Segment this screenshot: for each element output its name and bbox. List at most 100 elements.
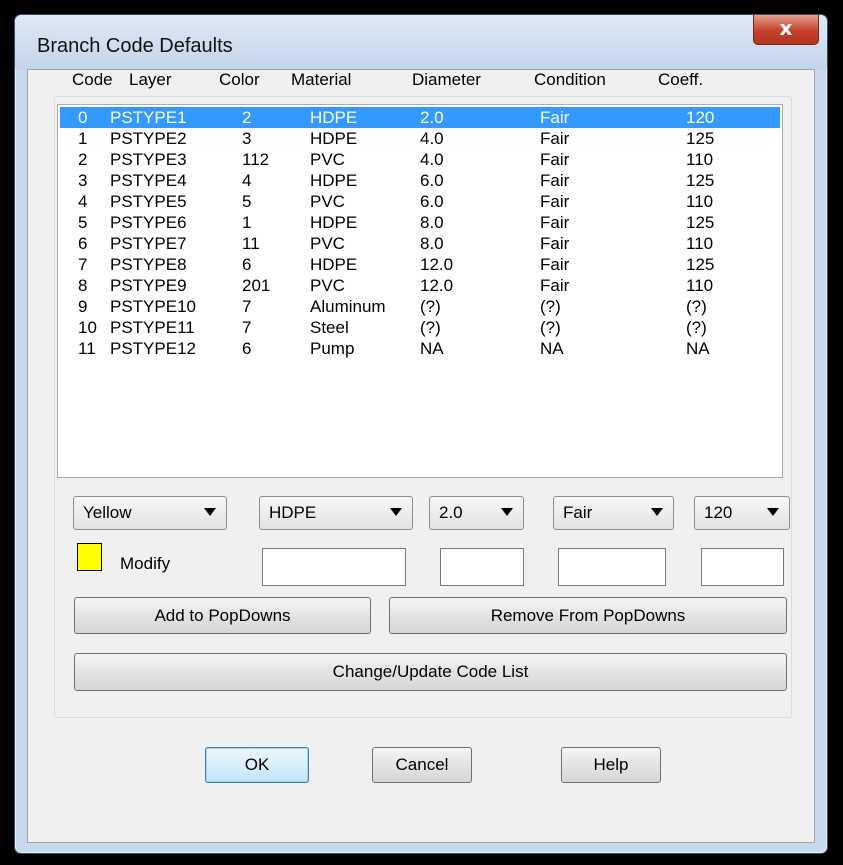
list-cell-code: 5 [78,213,88,232]
list-cell-color: 1 [242,213,252,232]
list-cell-color: 2 [242,108,252,127]
condition-modify-field[interactable] [558,548,666,586]
list-cell-condition: Fair [540,171,570,190]
list-cell-code: 11 [78,339,96,358]
list-cell-coeff: 120 [686,108,715,127]
list-cell-layer: PSTYPE1 [110,108,187,127]
list-cell-code: 8 [78,276,88,295]
modify-label: Modify [120,554,171,573]
list-cell-condition: Fair [540,213,570,232]
list-cell-color: 7 [242,297,252,316]
close-icon: x [779,16,793,40]
list-cell-color: 112 [242,150,270,169]
condition-dropdown[interactable]: Fair [553,496,674,530]
list-cell-code: 3 [78,171,88,190]
list-cell-diameter: 12.0 [420,255,454,274]
list-item[interactable]: 10 PSTYPE11 7 Steel (?) (?) (?) [60,317,780,338]
list-cell-layer: PSTYPE2 [110,129,187,148]
list-cell-color: 5 [242,192,252,211]
chevron-down-icon [767,508,779,516]
cancel-button[interactable]: Cancel [372,747,472,783]
list-cell-material: Steel [310,318,349,337]
list-cell-color: 4 [242,171,252,190]
list-cell-diameter: 12.0 [420,276,454,295]
diameter-dropdown-value: 2.0 [439,503,463,522]
coeff-dropdown[interactable]: 120 [694,496,790,530]
list-cell-layer: PSTYPE6 [110,213,187,232]
list-cell-condition: Fair [540,129,570,148]
list-cell-material: HDPE [310,171,358,190]
list-cell-diameter: 6.0 [420,171,444,190]
list-cell-layer: PSTYPE3 [110,150,187,169]
change-update-code-list-button[interactable]: Change/Update Code List [74,653,787,691]
list-cell-material: Aluminum [310,297,386,316]
list-item[interactable]: 5 PSTYPE6 1 HDPE 8.0 Fair 125 [60,212,780,233]
list-cell-condition: Fair [540,192,570,211]
color-swatch[interactable] [77,543,102,571]
list-cell-coeff: 125 [686,171,715,190]
list-item[interactable]: 2 PSTYPE3 112 PVC 4.0 Fair 110 [60,149,780,170]
diameter-dropdown[interactable]: 2.0 [429,496,524,530]
remove-from-popdowns-button[interactable]: Remove From PopDowns [389,597,787,634]
add-to-popdowns-button[interactable]: Add to PopDowns [74,597,371,634]
list-cell-coeff: 125 [686,255,715,274]
title-bar[interactable]: Branch Code Defaults x [15,15,827,69]
list-cell-diameter: 2.0 [420,108,444,127]
list-cell-coeff: 125 [686,129,715,148]
list-cell-layer: PSTYPE10 [110,297,196,316]
coeff-dropdown-value: 120 [704,503,733,522]
chevron-down-icon [204,508,216,516]
list-cell-color: 11 [242,234,260,253]
list-cell-material: PVC [310,276,345,295]
color-dropdown-value: Yellow [83,503,132,522]
list-cell-condition: Fair [540,276,570,295]
list-cell-code: 1 [78,129,88,148]
list-cell-code: 6 [78,234,88,253]
list-cell-color: 6 [242,255,252,274]
list-item[interactable]: 11 PSTYPE12 6 Pump NA NA NA [60,338,780,359]
list-cell-coeff: (?) [686,318,707,337]
close-button[interactable]: x [753,15,819,45]
list-cell-condition: Fair [540,234,570,253]
list-cell-layer: PSTYPE9 [110,276,187,295]
list-cell-condition: Fair [540,255,570,274]
coeff-modify-field[interactable] [701,548,784,586]
list-item[interactable]: 4 PSTYPE5 5 PVC 6.0 Fair 110 [60,191,780,212]
list-cell-color: 201 [242,276,271,295]
list-cell-diameter: NA [420,339,444,358]
condition-dropdown-value: Fair [563,503,593,522]
list-cell-color: 7 [242,318,252,337]
list-cell-material: HDPE [310,213,358,232]
color-dropdown[interactable]: Yellow [73,496,227,530]
list-cell-coeff: 110 [686,276,714,295]
list-cell-diameter: 6.0 [420,192,444,211]
list-cell-coeff: (?) [686,297,707,316]
diameter-modify-field[interactable] [440,548,524,586]
list-item[interactable]: 7 PSTYPE8 6 HDPE 12.0 Fair 125 [60,254,780,275]
list-cell-diameter: 8.0 [420,234,444,253]
list-cell-code: 7 [78,255,88,274]
list-item[interactable]: 0 PSTYPE1 2 HDPE 2.0 Fair 120 [60,107,780,128]
column-header-layer: Layer [129,70,172,89]
list-item[interactable]: 3 PSTYPE4 4 HDPE 6.0 Fair 125 [60,170,780,191]
list-cell-condition: (?) [540,318,561,337]
material-dropdown-value: HDPE [269,503,317,522]
list-cell-code: 10 [78,318,97,337]
list-item[interactable]: 6 PSTYPE7 11 PVC 8.0 Fair 110 [60,233,780,254]
code-list[interactable]: 0 PSTYPE1 2 HDPE 2.0 Fair 120 1 PSTYPE2 3 HDPE 4.0 F… [57,104,783,478]
material-dropdown[interactable]: HDPE [259,496,413,530]
list-cell-layer: PSTYPE11 [110,318,195,337]
material-modify-field[interactable] [262,548,406,586]
list-item[interactable]: 8 PSTYPE9 201 PVC 12.0 Fair 110 [60,275,780,296]
list-cell-diameter: (?) [420,318,441,337]
list-cell-coeff: 110 [686,234,714,253]
ok-button[interactable]: OK [205,747,309,783]
list-cell-material: HDPE [310,129,358,148]
list-item[interactable]: 1 PSTYPE2 3 HDPE 4.0 Fair 125 [60,128,780,149]
list-item[interactable]: 9 PSTYPE10 7 Aluminum (?) (?) (?) [60,296,780,317]
list-cell-material: Pump [310,339,355,358]
list-cell-material: PVC [310,192,345,211]
list-cell-material: PVC [310,150,345,169]
list-cell-diameter: 8.0 [420,213,444,232]
help-button[interactable]: Help [561,747,661,783]
